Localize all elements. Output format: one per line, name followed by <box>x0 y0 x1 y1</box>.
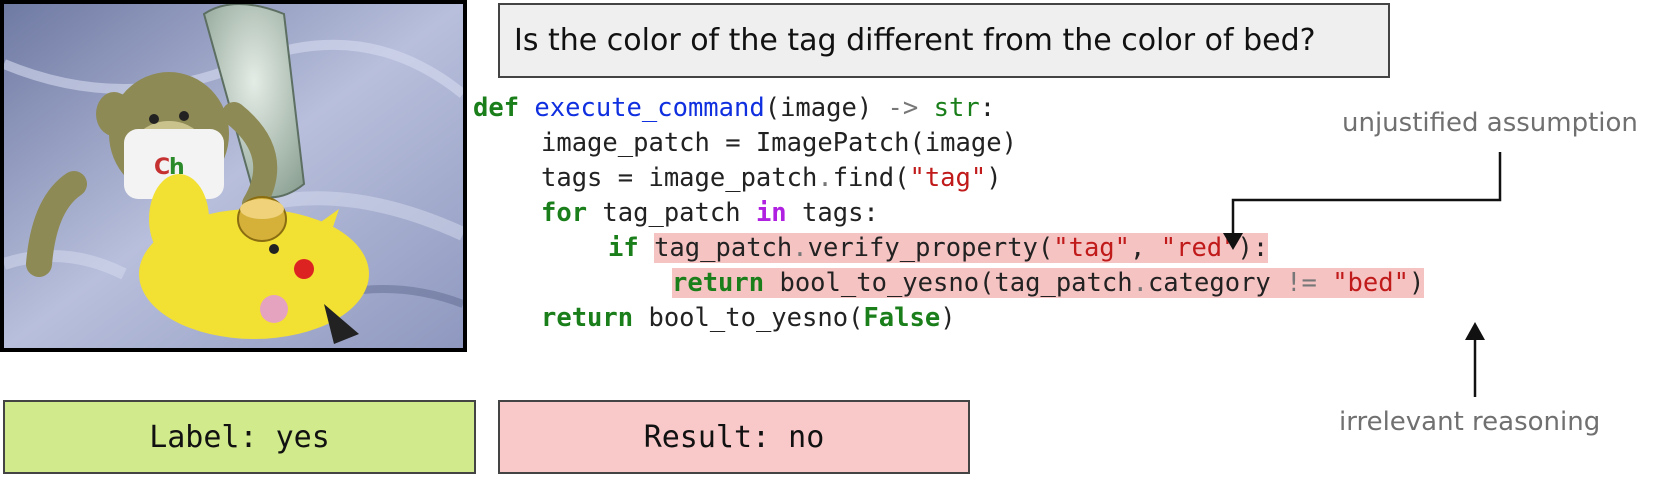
annotation-unjustified-assumption: unjustified assumption <box>1342 108 1638 138</box>
code-token: . <box>792 233 808 263</box>
code-token: tag_patch <box>587 198 756 228</box>
code-token: bool_to_yesno(tag_patch <box>764 268 1133 298</box>
code-line-4: for tag_patch in tags: <box>541 195 879 231</box>
code-token: ) <box>986 163 1002 193</box>
code-token: for <box>541 198 588 228</box>
code-token: find( <box>832 163 910 193</box>
photo-illustration: C h <box>4 4 463 348</box>
code-token: bool_to_yesno( <box>633 303 864 333</box>
code-line-2: image_patch = ImagePatch(image) <box>541 128 1017 158</box>
annotation-irrelevant-reasoning: irrelevant reasoning <box>1339 407 1601 437</box>
highlight-irrelevant: return bool_to_yesno(tag_patch.category … <box>672 268 1425 298</box>
code-token: ) <box>940 303 956 333</box>
svg-text:C: C <box>154 155 170 180</box>
code-token: tags = image_patch <box>541 163 818 193</box>
code-token: "tag" <box>909 163 987 193</box>
code-token: tag_patch <box>654 233 793 263</box>
code-line-1: def execute_command(image) -> str: <box>473 90 995 126</box>
code-token: . <box>817 163 833 193</box>
code-token: : <box>979 93 996 123</box>
code-token: str <box>933 93 980 123</box>
arrow-head <box>1465 322 1485 340</box>
question-box: Is the color of the tag different from t… <box>498 3 1390 78</box>
code-token: False <box>863 303 941 333</box>
code-line-7: return bool_to_yesno(False) <box>541 300 956 336</box>
code-token: def <box>473 93 520 123</box>
code-token: != <box>1286 268 1317 298</box>
code-token: return <box>541 303 634 333</box>
code-token: tags: <box>786 198 879 228</box>
code-token: ): <box>1237 233 1269 263</box>
code-token: . <box>1132 268 1148 298</box>
code-token: if <box>608 233 639 263</box>
code-token: "tag" <box>1053 233 1131 263</box>
code-token: in <box>755 198 787 228</box>
result-box: Result: no <box>498 400 970 474</box>
code-token: execute_command <box>534 93 765 123</box>
input-photo: C h <box>0 0 467 352</box>
label-box: Label: yes <box>3 400 476 474</box>
arrow-head <box>1223 233 1243 250</box>
code-token: -> <box>887 93 919 123</box>
code-token: "bed" <box>1332 268 1409 298</box>
arrow-unjustified <box>1231 152 1502 235</box>
code-token: category <box>1147 268 1287 298</box>
code-token: , <box>1130 233 1161 263</box>
highlight-unjustified: tag_patch.verify_property("tag", "red"): <box>654 233 1269 263</box>
code-token: (image) <box>764 93 888 123</box>
code-token: ) <box>1408 268 1425 298</box>
code-line-6: return bool_to_yesno(tag_patch.category … <box>672 265 1425 301</box>
code-token: verify_property( <box>807 233 1054 263</box>
code-line-5: if tag_patch.verify_property("tag", "red… <box>608 230 1269 266</box>
code-line-3: tags = image_patch.find("tag") <box>541 160 1002 196</box>
code-token: "red" <box>1160 233 1238 263</box>
code-token: return <box>672 268 765 298</box>
